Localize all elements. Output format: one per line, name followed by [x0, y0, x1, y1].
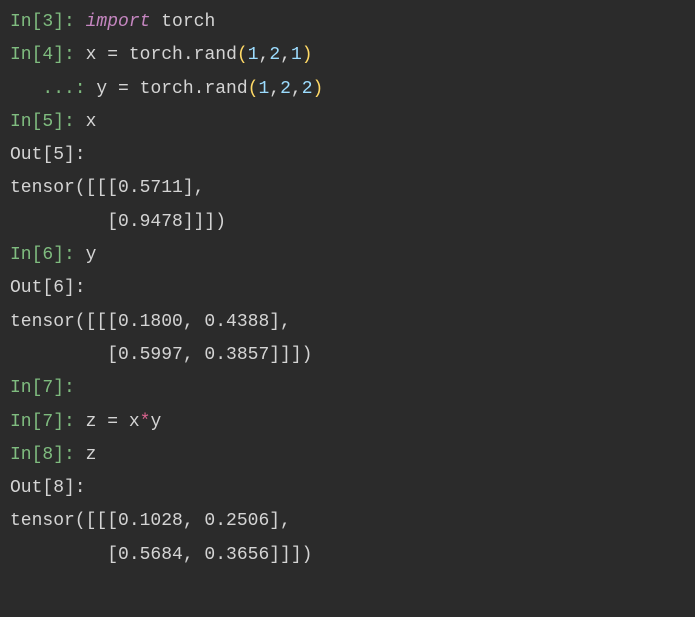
- prompt-in: In[4]:: [10, 45, 86, 65]
- code-line-13: In[7]: z = x*y: [10, 406, 685, 439]
- num: 1: [258, 79, 269, 99]
- comma: ,: [280, 45, 291, 65]
- var-y: y: [86, 245, 97, 265]
- prompt-in: In[3]:: [10, 12, 86, 32]
- tensor-output: [0.9478]]]): [10, 212, 226, 232]
- code-line-16: tensor([[[0.1028, 0.2506],: [10, 505, 685, 538]
- code-line-1: In[3]: import torch: [10, 6, 685, 39]
- prompt-in: In[7]:: [10, 412, 86, 432]
- code-line-8: In[6]: y: [10, 239, 685, 272]
- num: 2: [302, 79, 313, 99]
- code-line-9: Out[6]:: [10, 272, 685, 305]
- var-y: y: [96, 79, 118, 99]
- var-x: x: [86, 112, 97, 132]
- num: 2: [280, 79, 291, 99]
- tensor-output: [0.5997, 0.3857]]]): [10, 345, 312, 365]
- op-star: *: [140, 412, 151, 432]
- prompt-in: In[8]:: [10, 445, 86, 465]
- num: 1: [291, 45, 302, 65]
- code-line-4: In[5]: x: [10, 106, 685, 139]
- comma: ,: [269, 79, 280, 99]
- code-line-3: ...: y = torch.rand(1,2,2): [10, 73, 685, 106]
- keyword-import: import: [86, 12, 151, 32]
- prompt-in: In[5]:: [10, 112, 86, 132]
- paren-close: ): [313, 79, 324, 99]
- tensor-output: tensor([[[0.1800, 0.4388],: [10, 312, 291, 332]
- module-torch: torch: [161, 12, 215, 32]
- var-x: x: [118, 412, 140, 432]
- prompt-out: Out[5]:: [10, 145, 86, 165]
- var-z: z: [86, 412, 108, 432]
- var-y: y: [150, 412, 161, 432]
- num: 1: [248, 45, 259, 65]
- code-line-12: In[7]:: [10, 372, 685, 405]
- prompt-out: Out[8]:: [10, 478, 86, 498]
- prompt-cont: ...:: [10, 79, 96, 99]
- paren-close: ): [302, 45, 313, 65]
- paren-open: (: [237, 45, 248, 65]
- code-line-2: In[4]: x = torch.rand(1,2,1): [10, 39, 685, 72]
- op-eq: =: [118, 79, 129, 99]
- func-rand: torch.rand: [129, 79, 248, 99]
- comma: ,: [259, 45, 270, 65]
- tensor-output: tensor([[[0.5711],: [10, 178, 204, 198]
- var-z: z: [86, 445, 97, 465]
- code-line-14: In[8]: z: [10, 439, 685, 472]
- code-line-7: [0.9478]]]): [10, 206, 685, 239]
- func-rand: torch.rand: [118, 45, 237, 65]
- tensor-output: tensor([[[0.1028, 0.2506],: [10, 511, 291, 531]
- num: 2: [269, 45, 280, 65]
- prompt-out: Out[6]:: [10, 278, 86, 298]
- code-line-11: [0.5997, 0.3857]]]): [10, 339, 685, 372]
- var-x: x: [86, 45, 108, 65]
- prompt-in: In[7]:: [10, 378, 75, 398]
- tensor-output: [0.5684, 0.3656]]]): [10, 545, 312, 565]
- op-eq: =: [107, 412, 118, 432]
- comma: ,: [291, 79, 302, 99]
- code-line-6: tensor([[[0.5711],: [10, 172, 685, 205]
- op-eq: =: [107, 45, 118, 65]
- prompt-in: In[6]:: [10, 245, 86, 265]
- code-line-17: [0.5684, 0.3656]]]): [10, 539, 685, 572]
- space: [150, 12, 161, 32]
- code-line-15: Out[8]:: [10, 472, 685, 505]
- paren-open: (: [248, 79, 259, 99]
- code-block: In[3]: import torch In[4]: x = torch.ran…: [10, 6, 685, 572]
- code-line-5: Out[5]:: [10, 139, 685, 172]
- code-line-10: tensor([[[0.1800, 0.4388],: [10, 306, 685, 339]
